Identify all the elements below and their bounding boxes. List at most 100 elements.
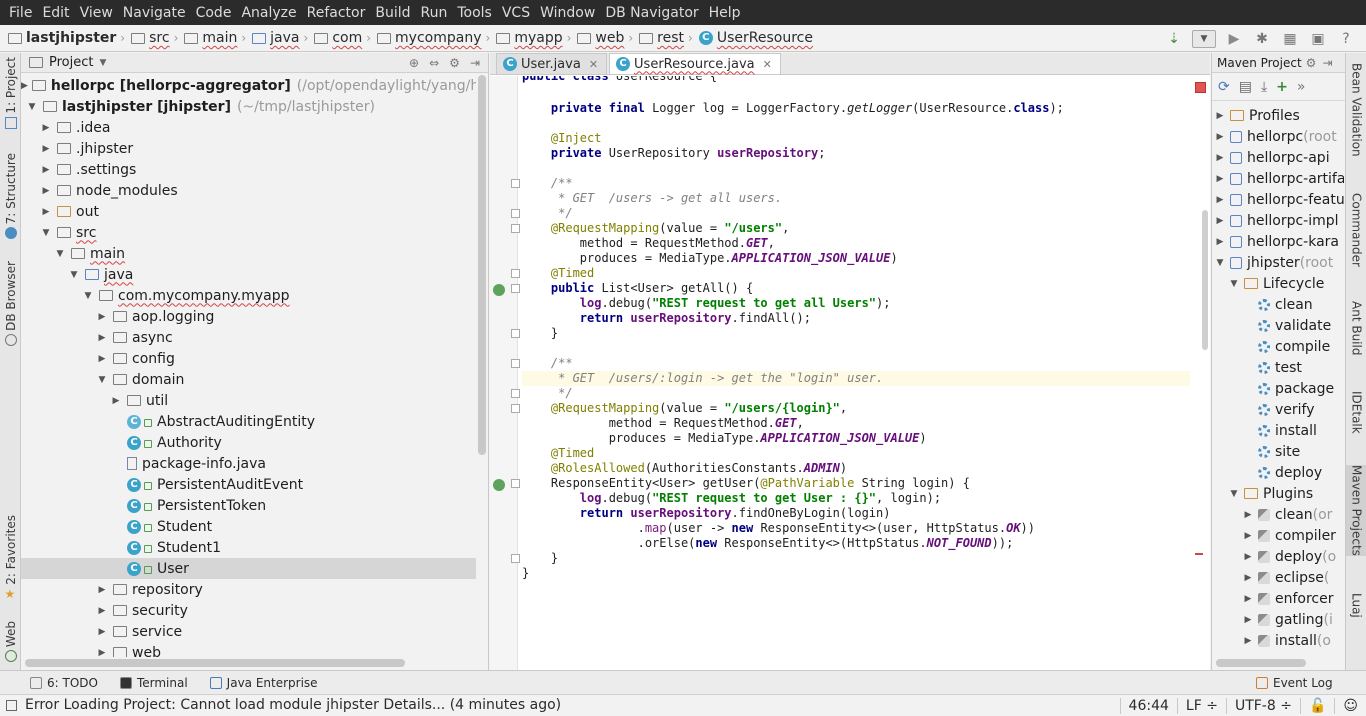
expand-arrow-icon[interactable]: ▼ [39, 228, 53, 238]
tab-luaj[interactable]: Luaj [1346, 593, 1366, 618]
menu-run[interactable]: Run [416, 5, 453, 21]
more-icon[interactable]: » [1297, 79, 1306, 95]
tree-item[interactable]: ▶ repository [21, 579, 476, 600]
maven-tree-item[interactable]: test [1212, 357, 1302, 378]
menu-db-navigator[interactable]: DB Navigator [600, 5, 703, 21]
tree-item[interactable]: ▼ main [21, 243, 476, 264]
maven-tree-item[interactable]: ▶ install (o [1212, 630, 1331, 651]
maven-tree-item[interactable]: ▶ Profiles [1212, 105, 1300, 126]
breadcrumb-item[interactable]: com › [314, 30, 375, 46]
maven-tree-item[interactable]: clean [1212, 294, 1313, 315]
fold-icon[interactable] [511, 479, 520, 488]
tree-item[interactable]: C User [21, 558, 476, 579]
expand-arrow-icon[interactable]: ▶ [1242, 573, 1254, 583]
maven-hscrollbar[interactable] [1216, 659, 1306, 667]
tab-commander[interactable]: Commander [1346, 193, 1366, 267]
file-encoding[interactable]: UTF-8 ÷ [1225, 697, 1300, 714]
generate-sources-icon[interactable]: ▤ [1239, 79, 1252, 95]
close-icon[interactable]: ✕ [763, 58, 772, 71]
tab-project[interactable]: 1: Project [0, 57, 21, 132]
sdk-icon[interactable]: ▣ [1308, 29, 1328, 49]
gear-icon[interactable]: ⚙ [1306, 56, 1317, 70]
menu-build[interactable]: Build [370, 5, 415, 21]
caret-position[interactable]: 46:44 [1119, 697, 1177, 714]
collapse-arrow-icon[interactable]: ▶ [95, 648, 109, 658]
java-enterprise-button[interactable]: Java Enterprise [209, 676, 318, 690]
tree-item[interactable]: C Student1 [21, 537, 476, 558]
expand-arrow-icon[interactable]: ▶ [1214, 237, 1226, 247]
maven-tree-item[interactable]: install [1212, 420, 1317, 441]
expand-arrow-icon[interactable]: ▶ [1214, 216, 1226, 226]
fold-icon[interactable] [511, 554, 520, 563]
expand-arrow-icon[interactable]: ▶ [1214, 174, 1226, 184]
tab-ant-build[interactable]: Ant Build [1346, 301, 1366, 355]
tab-userresource-java[interactable]: C UserResource.java ✕ [609, 53, 781, 74]
expand-arrow-icon[interactable]: ▼ [95, 375, 109, 385]
expand-arrow-icon[interactable]: ▶ [1242, 531, 1254, 541]
breadcrumb-item[interactable]: rest › [639, 30, 697, 46]
event-log-button[interactable]: Event Log [1256, 676, 1333, 690]
expand-arrow-icon[interactable]: ▶ [1242, 594, 1254, 604]
maven-tree-item[interactable]: ▼ Lifecycle [1212, 273, 1325, 294]
expand-arrow-icon[interactable]: ▶ [1242, 510, 1254, 520]
expand-arrow-icon[interactable]: ▶ [1214, 195, 1226, 205]
debug-icon[interactable]: ✱ [1252, 29, 1272, 49]
status-message[interactable]: Error Loading Project: Cannot load modul… [6, 697, 561, 713]
fold-icon[interactable] [511, 269, 520, 278]
expand-arrow-icon[interactable]: ▼ [67, 270, 81, 280]
breadcrumb-item[interactable]: lastjhipster › [8, 30, 129, 46]
maven-tree-item[interactable]: verify [1212, 399, 1315, 420]
maven-tree-item[interactable]: package [1212, 378, 1334, 399]
collapse-arrow-icon[interactable]: ▶ [95, 354, 109, 364]
tree-item[interactable]: C AbstractAuditingEntity [21, 411, 476, 432]
editor-scrollbar[interactable] [1202, 210, 1208, 350]
error-stripe-mark[interactable] [1195, 553, 1203, 555]
tree-item[interactable]: ▼ src [21, 222, 476, 243]
help-icon[interactable]: ? [1336, 29, 1356, 49]
maven-tree-item[interactable]: ▶ hellorpc-featu [1212, 189, 1344, 210]
maven-tree-item[interactable]: validate [1212, 315, 1331, 336]
expand-arrow-icon[interactable]: ▼ [53, 249, 67, 259]
breadcrumb-item[interactable]: src › [131, 30, 182, 46]
maven-tree-item[interactable]: ▶ hellorpc (root [1212, 126, 1337, 147]
maven-tree-item[interactable]: ▶ hellorpc-kara [1212, 231, 1339, 252]
tab-favorites[interactable]: 2: Favorites ★ [0, 515, 21, 603]
todo-button[interactable]: 6: TODO [30, 676, 98, 690]
tree-item[interactable]: ▶ node_modules [21, 180, 476, 201]
coverage-icon[interactable]: ▦ [1280, 29, 1300, 49]
tree-item[interactable]: package-info.java [21, 453, 476, 474]
expand-arrow-icon[interactable]: ▶ [1214, 111, 1226, 121]
tree-item[interactable]: ▶ .settings [21, 159, 476, 180]
maven-tree-item[interactable]: ▶ hellorpc-artifa [1212, 168, 1344, 189]
tree-item[interactable]: ▶ web [21, 642, 476, 657]
editor-gutter[interactable] [490, 76, 520, 670]
fold-icon[interactable] [511, 359, 520, 368]
tree-item[interactable]: C Authority [21, 432, 476, 453]
tree-item[interactable]: ▶ service [21, 621, 476, 642]
collapse-arrow-icon[interactable]: ▶ [95, 312, 109, 322]
expand-arrow-icon[interactable]: ▼ [25, 102, 39, 112]
menu-vcs[interactable]: VCS [497, 5, 535, 21]
maven-tree-item[interactable]: deploy [1212, 462, 1322, 483]
method-marker-icon[interactable] [493, 284, 505, 296]
menu-navigate[interactable]: Navigate [118, 5, 191, 21]
line-separator[interactable]: LF ÷ [1176, 697, 1226, 714]
fold-icon[interactable] [511, 389, 520, 398]
menu-window[interactable]: Window [535, 5, 600, 21]
menu-help[interactable]: Help [704, 5, 746, 21]
terminal-button[interactable]: Terminal [119, 676, 188, 690]
download-icon[interactable]: ⤓ [1261, 79, 1267, 95]
collapse-arrow-icon[interactable]: ▶ [21, 81, 28, 91]
maven-tree-item[interactable]: ▶ enforcer [1212, 588, 1334, 609]
toggle-tool-windows-icon[interactable] [6, 699, 17, 711]
expand-arrow-icon[interactable]: ▼ [1228, 489, 1240, 499]
expand-arrow-icon[interactable]: ▶ [1242, 636, 1254, 646]
breadcrumb-item[interactable]: myapp › [496, 30, 575, 46]
fold-icon[interactable] [511, 224, 520, 233]
vcs-update-icon[interactable]: ⇣ [1164, 29, 1184, 49]
tree-item[interactable]: ▶ .idea [21, 117, 476, 138]
collapse-arrow-icon[interactable]: ▶ [39, 207, 53, 217]
collapse-arrow-icon[interactable]: ▶ [95, 333, 109, 343]
menu-edit[interactable]: Edit [37, 5, 74, 21]
reimport-icon[interactable]: ⟳ [1218, 79, 1230, 95]
